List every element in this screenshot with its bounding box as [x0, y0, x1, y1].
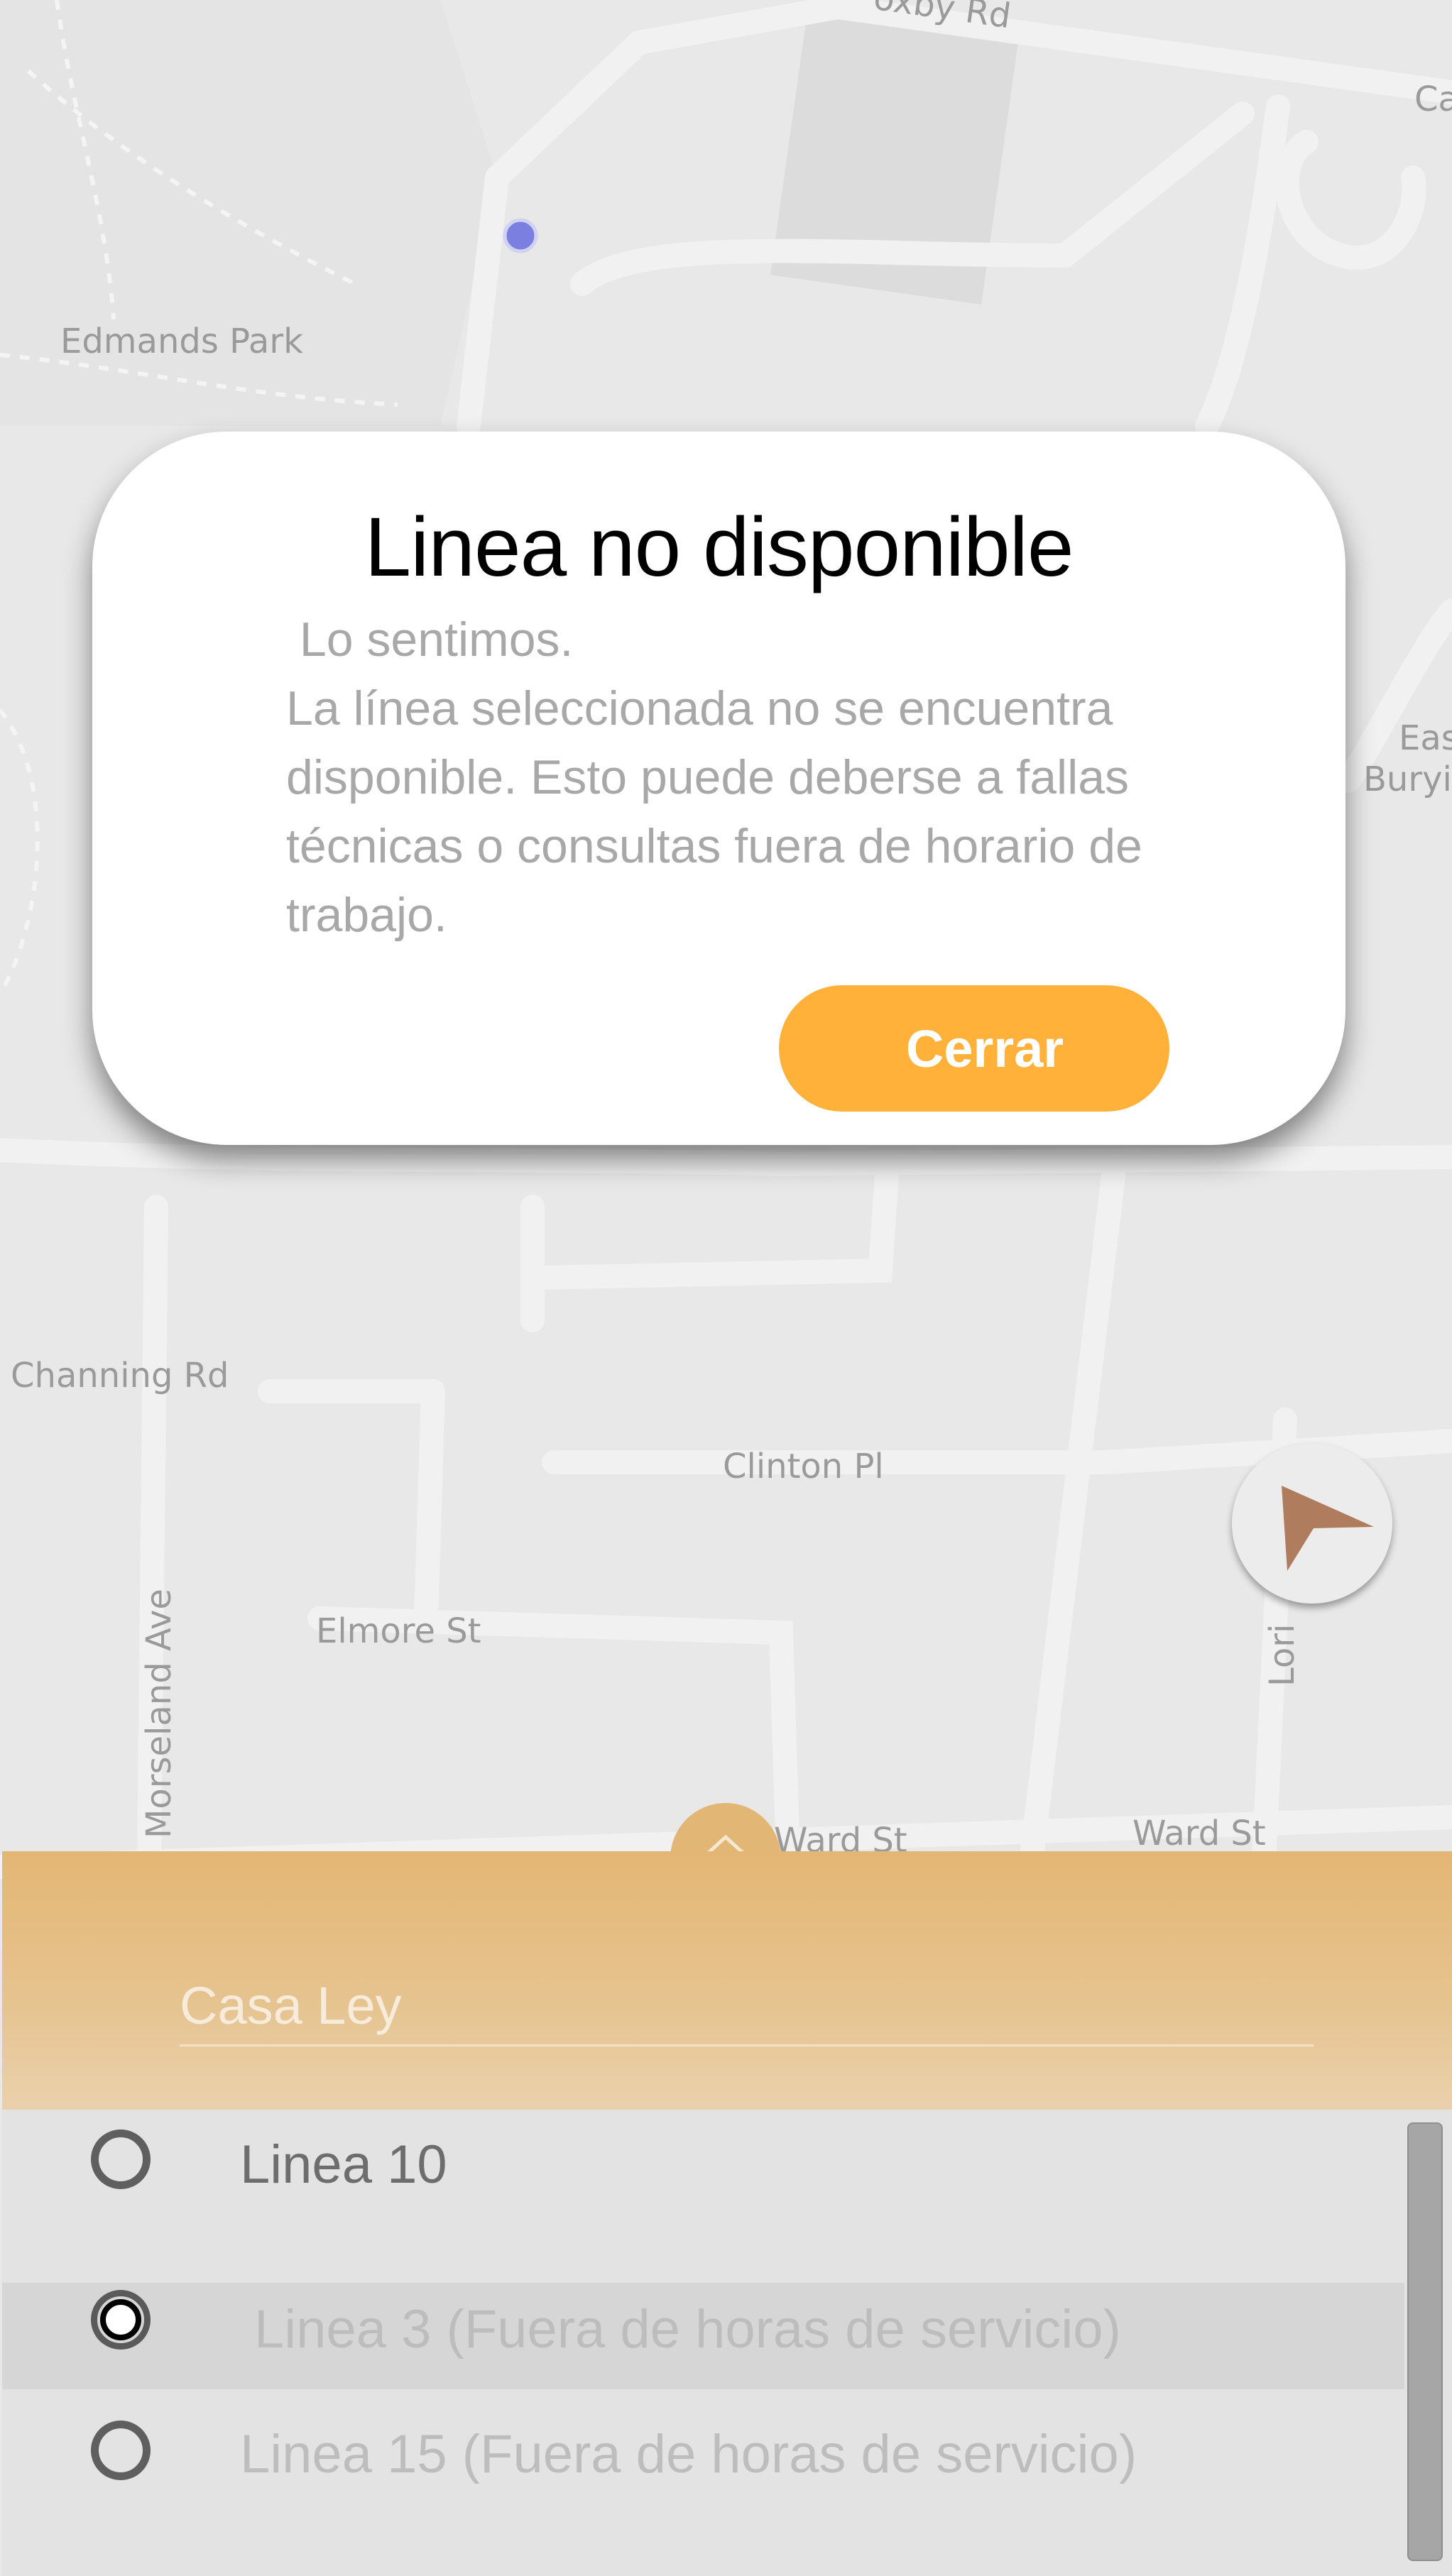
- dialog-message-line: trabajo.: [286, 888, 447, 942]
- dialog-message-line: técnicas o consultas fuera de horario de: [286, 819, 1142, 873]
- dialog-message: Lo sentimos. La línea seleccionada no se…: [286, 605, 1358, 950]
- map-label-park: Edmands Park: [60, 322, 303, 361]
- line-list[interactable]: Linea 10 Linea 3 (Fuera de horas de serv…: [2, 2110, 1452, 2576]
- bottom-sheet: Casa Ley: [2, 1851, 1452, 2110]
- dialog-message-line: La línea seleccionada no se encuentra: [286, 681, 1113, 735]
- dialog-message-line: disponible. Esto puede deberse a fallas: [286, 750, 1130, 804]
- scrollbar[interactable]: [1407, 2122, 1443, 2561]
- dialog-message-line: Lo sentimos.: [286, 613, 574, 667]
- dialog-title: Linea no disponible: [364, 500, 1074, 594]
- list-item-line-3[interactable]: Linea 3 (Fuera de horas de servicio): [2, 2283, 1404, 2389]
- divider: [180, 2044, 1314, 2046]
- navigation-arrow-icon: [1282, 1486, 1374, 1571]
- recenter-button[interactable]: [1232, 1443, 1392, 1604]
- radio-button[interactable]: [91, 2130, 151, 2189]
- map-label-road: Ca: [1414, 80, 1452, 119]
- unavailable-line-dialog: Linea no disponible Lo sentimos. La líne…: [92, 432, 1345, 1145]
- map-label-road: Ward St: [1132, 1814, 1266, 1853]
- map-label-road: Morseland Ave: [139, 1589, 179, 1838]
- line-label: Linea 3 (Fuera de horas de servicio): [254, 2299, 1121, 2359]
- radio-button-selected[interactable]: [91, 2290, 151, 2350]
- map-label-area: Eas: [1399, 718, 1452, 758]
- radio-button[interactable]: [91, 2421, 151, 2480]
- location-dot: [503, 218, 538, 253]
- map-label-road: Elmore St: [316, 1611, 481, 1651]
- line-label: Linea 15 (Fuera de horas de servicio): [240, 2424, 1137, 2484]
- map-label-road: Clinton Pl: [723, 1447, 884, 1486]
- store-name: Casa Ley: [180, 1976, 402, 2035]
- list-item-line-10[interactable]: Linea 10: [2, 2110, 1404, 2216]
- map-label-area: Buryi: [1363, 760, 1452, 799]
- line-label: Linea 10: [240, 2134, 447, 2195]
- list-item-line-15[interactable]: Linea 15 (Fuera de horas de servicio): [2, 2416, 1404, 2523]
- map-label-road: Channing Rd: [11, 1356, 229, 1396]
- close-button[interactable]: Cerrar: [779, 985, 1169, 1112]
- map-label-road: Lori: [1262, 1623, 1302, 1687]
- radio-indicator: [100, 2299, 141, 2340]
